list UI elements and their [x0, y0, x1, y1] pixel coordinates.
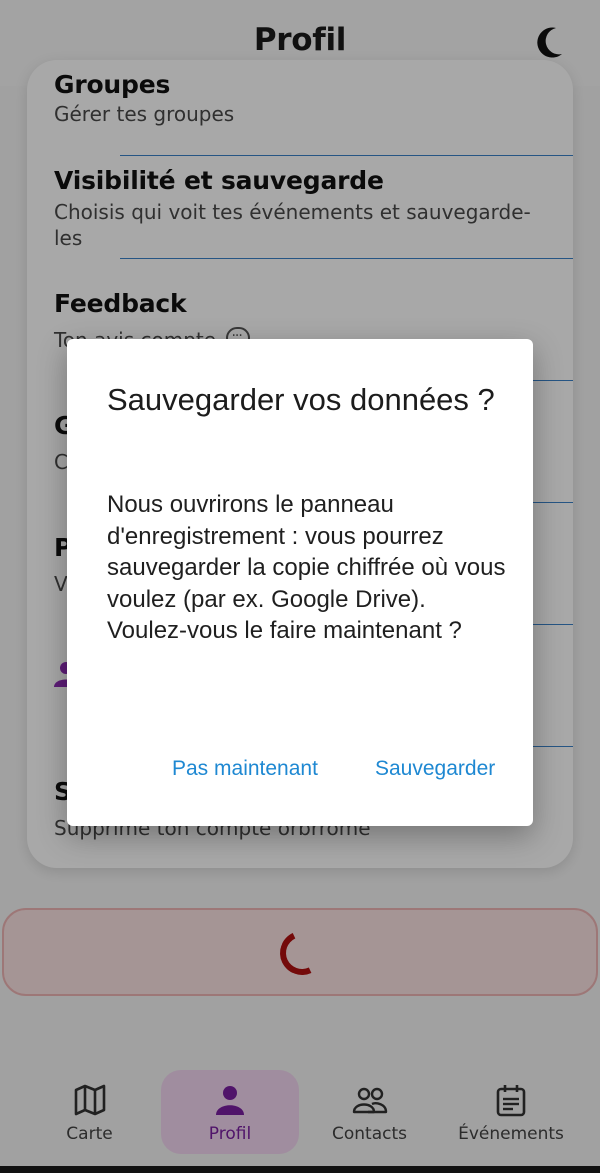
dialog-title: Sauvegarder vos données ? — [107, 382, 495, 417]
save-button[interactable]: Sauvegarder — [375, 757, 495, 781]
save-data-dialog: Sauvegarder vos données ? Nous ouvrirons… — [67, 339, 533, 826]
system-bar — [0, 1166, 600, 1173]
dialog-body: Nous ouvrirons le panneau d'enregistreme… — [107, 491, 506, 644]
not-now-button[interactable]: Pas maintenant — [172, 757, 318, 781]
